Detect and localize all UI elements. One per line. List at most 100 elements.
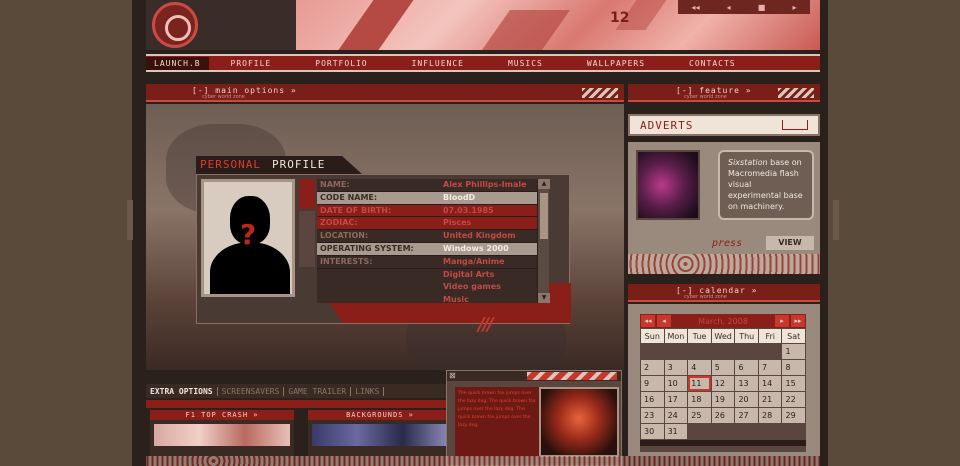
scroll-down-icon[interactable]: ▼ <box>538 293 550 303</box>
calendar-empty-cell <box>735 424 759 439</box>
profile-row-value: Manga/Anime <box>443 256 505 266</box>
main-options-header: [-] main options » cyber world zone <box>146 84 624 102</box>
next-year-icon[interactable]: ▸▸ <box>791 315 805 327</box>
right-side-tab <box>833 200 839 240</box>
calendar-day[interactable]: 12 <box>711 376 735 391</box>
top-crash-title: f1 top crash » <box>150 410 294 420</box>
site-logo[interactable] <box>152 2 198 48</box>
extras-tabs: Extra Options Screensavers Game Trailer … <box>146 384 446 398</box>
profile-info-list[interactable]: Name: Alex Phillips-Imale Code Name: BloodD… <box>317 179 537 303</box>
nav-launch[interactable]: launch.b <box>146 56 209 70</box>
nav-wallpapers[interactable]: wallpapers <box>565 59 667 68</box>
calendar-empty-cell <box>711 344 735 359</box>
calendar-day[interactable]: 29 <box>782 408 805 423</box>
calendar-day[interactable]: 9 <box>641 376 664 391</box>
calendar: ◂◂ ◂ March, 2008 ▸ ▸▸ Sun Mon Tue Wed Thu Fri… <box>640 314 806 452</box>
profile-row-key: Zodiac: <box>320 218 358 228</box>
profile-row-value: 07.03.1985 <box>443 205 494 215</box>
calendar-day[interactable]: 16 <box>641 392 664 407</box>
calendar-day[interactable]: 21 <box>759 392 782 407</box>
weekday-header: Wed <box>711 329 735 343</box>
slash-decoration: /// <box>478 314 494 335</box>
play-icon[interactable]: ▸ <box>792 3 796 12</box>
rewind-icon[interactable]: ◂◂ <box>692 3 700 12</box>
weekday-header: Fri <box>759 329 782 343</box>
scroll-thumb[interactable] <box>540 193 548 239</box>
weekday-header: Thu <box>735 329 759 343</box>
tab-screensavers[interactable]: Screensavers <box>218 386 285 396</box>
profile-row: Date of Birth: 07.03.1985 <box>317 204 537 218</box>
nav-profile[interactable]: profile <box>209 59 294 68</box>
extras-divider <box>146 400 446 408</box>
stop-icon[interactable]: ■ <box>758 3 766 12</box>
calendar-day[interactable]: 17 <box>664 392 688 407</box>
next-month-icon[interactable]: ▸ <box>775 315 789 327</box>
calendar-day[interactable]: 15 <box>782 376 805 391</box>
nav-influence[interactable]: influence <box>390 59 486 68</box>
calendar-empty-cell <box>688 344 711 359</box>
calendar-day[interactable]: 23 <box>641 408 664 423</box>
calendar-day[interactable]: 8 <box>782 360 805 375</box>
profile-row: Video games <box>317 281 537 295</box>
calendar-empty-cell <box>759 424 782 439</box>
profile-row-value: BloodD <box>443 192 476 202</box>
news-image[interactable] <box>539 387 619 457</box>
calendar-day[interactable]: 1 <box>782 344 805 359</box>
profile-scrollbar[interactable]: ▲ ▼ <box>537 179 550 303</box>
unknown-icon: ? <box>240 218 257 251</box>
calendar-day[interactable]: 7 <box>759 360 782 375</box>
prev-year-icon[interactable]: ◂◂ <box>641 315 655 327</box>
calendar-day[interactable]: 28 <box>759 408 782 423</box>
tab-game-trailer[interactable]: Game Trailer <box>284 386 352 396</box>
calendar-grid: Sun Mon Tue Wed Thu Fri Sat 1 2 3 4 5 6 7 8 9 10 11 12 13 1… <box>640 328 806 440</box>
adverts-label: ADVERTS <box>640 119 694 132</box>
nav-musics[interactable]: musics <box>486 59 565 68</box>
calendar-day[interactable]: 18 <box>688 392 711 407</box>
calendar-day[interactable]: 10 <box>664 376 688 391</box>
calendar-day[interactable]: 27 <box>735 408 759 423</box>
calendar-month: March, 2008 <box>698 316 748 326</box>
tab-links[interactable]: Links <box>351 386 385 396</box>
backgrounds-thumbnail[interactable] <box>312 424 448 446</box>
profile-row-value: Windows 2000 <box>443 243 509 253</box>
calendar-day[interactable]: 4 <box>688 360 711 375</box>
feature-subtitle: cyber world zone <box>684 94 727 100</box>
profile-row-value: Music <box>443 295 469 303</box>
calendar-day[interactable]: 6 <box>735 360 759 375</box>
calendar-day[interactable]: 11 <box>688 376 711 391</box>
calendar-day[interactable]: 2 <box>641 360 664 375</box>
profile-row-key <box>317 269 443 282</box>
scroll-up-icon[interactable]: ▲ <box>538 179 550 189</box>
calendar-day[interactable]: 13 <box>735 376 759 391</box>
close-icon[interactable]: ⊠ <box>449 371 456 380</box>
view-button[interactable]: VIEW <box>766 236 814 250</box>
calendar-day[interactable]: 26 <box>711 408 735 423</box>
calendar-day[interactable]: 20 <box>735 392 759 407</box>
main-options-subtitle: cyber world zone <box>202 94 245 100</box>
feature-image[interactable] <box>636 150 700 220</box>
profile-row-value: United Kingdom <box>443 231 516 241</box>
calendar-day[interactable]: 24 <box>664 408 688 423</box>
feature-panel: Sixstation base on Macromedia flash visu… <box>628 142 820 274</box>
news-text: The quick brown fox jumps over the lazy … <box>455 387 539 457</box>
calendar-day[interactable]: 30 <box>641 424 664 439</box>
top-crash-thumbnail[interactable] <box>154 424 290 446</box>
profile-row-key: Interests: <box>320 256 373 266</box>
calendar-day[interactable]: 22 <box>782 392 805 407</box>
calendar-day[interactable]: 25 <box>688 408 711 423</box>
adverts-bar[interactable]: ADVERTS <box>628 114 820 136</box>
calendar-day[interactable]: 5 <box>711 360 735 375</box>
calendar-day[interactable]: 31 <box>664 424 688 439</box>
nav-portfolio[interactable]: portfolio <box>293 59 389 68</box>
nav-contacts[interactable]: contacts <box>667 59 758 68</box>
calendar-day[interactable]: 14 <box>759 376 782 391</box>
calendar-day[interactable]: 19 <box>711 392 735 407</box>
calendar-week: 1 <box>641 344 805 359</box>
calendar-day[interactable]: 3 <box>664 360 688 375</box>
calendar-empty-cell <box>759 344 782 359</box>
prev-icon[interactable]: ◂ <box>727 3 731 12</box>
calendar-empty-cell <box>688 424 711 439</box>
adverts-toggle-icon[interactable] <box>782 120 808 130</box>
tab-extra-options[interactable]: Extra Options <box>146 386 218 396</box>
prev-month-icon[interactable]: ◂ <box>657 315 671 327</box>
